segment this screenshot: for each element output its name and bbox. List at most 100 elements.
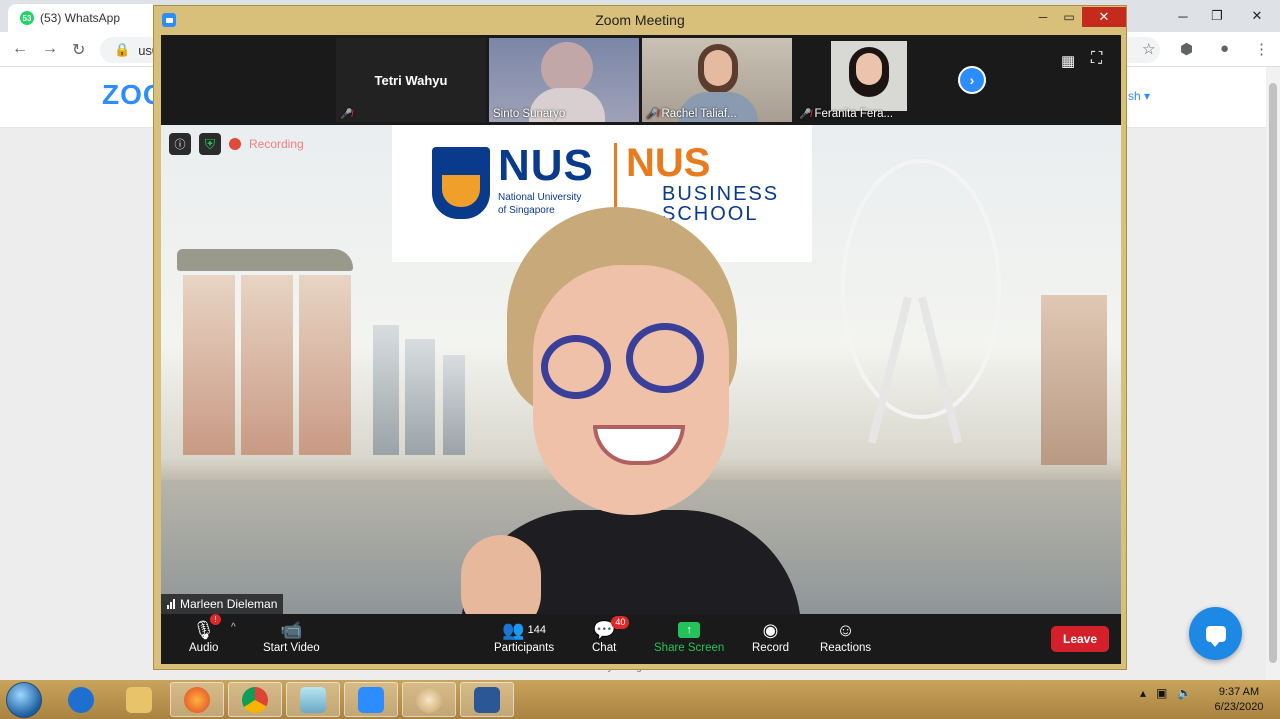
nus-logo-text: NUS [498, 141, 594, 190]
nus-business-logo-text: NUS [626, 141, 711, 185]
restore-icon[interactable]: ❐ [1200, 0, 1234, 32]
speaker-name-label: Marleen Dieleman [161, 594, 284, 614]
share-screen-button[interactable]: ↑ Share Screen [654, 618, 724, 654]
gallery-view-icon[interactable]: ▦ [1061, 52, 1075, 70]
share-screen-label: Share Screen [654, 642, 725, 654]
zoom-meeting-body: Tetri Wahyu 🎤̸ Sinto Sunaryo 🎤̸ Rachel Ta… [161, 35, 1121, 664]
reactions-button[interactable]: ☺ Reactions [820, 618, 871, 655]
file-explorer-icon[interactable] [112, 682, 166, 717]
thumb-footer: 🎤̸ Rachel Taliaf... [646, 108, 737, 120]
meeting-controls-bar: 🎙! Audio ^ 📹 Start Video 👥 144 Participan… [161, 614, 1121, 664]
nus-logo-subtitle: National University [498, 192, 582, 203]
browser-tab-whatsapp[interactable]: 53 (53) WhatsApp [8, 4, 158, 32]
account-icon[interactable]: ● [1220, 40, 1229, 57]
participant-thumbnail[interactable]: 🎤̸ Rachel Taliaf... [642, 38, 792, 122]
audio-warning-badge: ! [210, 614, 222, 625]
page-scrollbar[interactable] [1266, 67, 1280, 680]
participants-count: 144 [527, 624, 546, 636]
start-video-button[interactable]: 📹 Start Video [263, 618, 320, 655]
lock-icon: 🔒 [114, 42, 131, 57]
start-video-label: Start Video [263, 642, 320, 654]
extension-icon[interactable]: ⬢ [1180, 40, 1193, 58]
microphone-icon: 🎙! [192, 614, 222, 642]
back-icon[interactable]: ← [12, 40, 28, 58]
support-chat-button[interactable] [1189, 607, 1242, 660]
active-speaker-video: NUS National University of Singapore NUS… [161, 125, 1121, 614]
minimize-icon[interactable]: ─ [1166, 0, 1200, 32]
participant-name: Rachel Taliaf... [661, 108, 737, 120]
speaker-glasses [626, 323, 704, 393]
tab-title: (53) WhatsApp [40, 11, 121, 25]
muted-mic-icon: 🎤̸ [646, 108, 659, 120]
taskbar-clock[interactable]: 9:37 AM 6/23/2020 [1206, 685, 1272, 715]
chat-unread-badge: 40 [611, 616, 630, 629]
notepad-icon[interactable] [286, 682, 340, 717]
audio-button[interactable]: 🎙! Audio [189, 614, 222, 654]
zoom-window-controls: ─ ▭ ✕ [1030, 7, 1126, 27]
speaker-name: Marleen Dieleman [180, 597, 278, 611]
fullscreen-icon[interactable]: ⛶ [1091, 50, 1102, 68]
zoom-maximize-icon[interactable]: ▭ [1056, 7, 1082, 27]
network-icon[interactable]: ▣ [1156, 686, 1167, 700]
chat-label: Chat [592, 642, 617, 654]
participant-thumbnail[interactable]: Sinto Sunaryo [489, 38, 639, 122]
volume-icon[interactable]: 🔈 [1177, 686, 1192, 700]
zoom-taskbar-icon[interactable] [344, 682, 398, 717]
bookmark-star-icon[interactable]: ☆ [1142, 40, 1155, 58]
clock-date: 6/23/2020 [1214, 701, 1264, 713]
menu-icon[interactable]: ⋮ [1254, 40, 1269, 58]
reload-icon[interactable]: ↻ [72, 40, 85, 60]
recording-dot-icon [229, 138, 241, 150]
zoom-minimize-icon[interactable]: ─ [1030, 7, 1056, 27]
internet-explorer-icon[interactable] [54, 682, 108, 717]
thumb-footer: 🎤̸ [340, 109, 352, 120]
zoom-window-title: Zoom Meeting [595, 12, 685, 28]
speaker-hand [461, 535, 541, 614]
start-button[interactable] [6, 682, 42, 718]
skyline-tower [299, 275, 351, 455]
chat-button[interactable]: 💬 40 Chat [592, 616, 630, 654]
skyline-tower [241, 275, 293, 455]
audio-label: Audio [189, 642, 219, 654]
participants-button[interactable]: 👥 144 Participants [494, 618, 555, 655]
tray-arrow-icon[interactable]: ▴ [1140, 686, 1146, 700]
close-icon[interactable]: ✕ [1234, 0, 1280, 32]
word-icon[interactable] [460, 682, 514, 717]
participant-video-face [704, 50, 732, 86]
participant-thumbnail[interactable]: Tetri Wahyu 🎤̸ [336, 38, 486, 122]
recording-label: Recording [249, 137, 304, 151]
thumb-footer: Sinto Sunaryo [493, 108, 565, 120]
participants-label: Participants [494, 642, 555, 654]
skyline-building [1041, 295, 1107, 465]
system-tray: ▴ ▣ 🔈 [1140, 686, 1192, 700]
next-page-arrow-icon[interactable]: › [958, 66, 986, 94]
participant-name: Tetri Wahyu [374, 72, 448, 88]
record-button[interactable]: ◉ Record [752, 618, 789, 655]
participant-thumbnail-strip: Tetri Wahyu 🎤̸ Sinto Sunaryo 🎤̸ Rachel Ta… [161, 35, 1121, 125]
skyline-building [373, 325, 399, 455]
muted-mic-icon: 🎤̸ [340, 109, 353, 120]
observation-wheel [841, 159, 1001, 419]
leave-meeting-button[interactable]: Leave [1051, 626, 1109, 652]
video-camera-off-icon: 📹 [280, 619, 303, 640]
forward-icon[interactable]: → [42, 40, 58, 58]
language-selector[interactable]: sh ▾ [1128, 89, 1150, 103]
skyline-roof [177, 249, 353, 271]
chat-bubble-icon [1205, 625, 1226, 647]
zoom-close-icon[interactable]: ✕ [1082, 7, 1126, 27]
firefox-icon[interactable] [170, 682, 224, 717]
chrome-icon[interactable] [228, 682, 282, 717]
audio-options-caret-icon[interactable]: ^ [231, 622, 236, 633]
paint-icon[interactable] [402, 682, 456, 717]
zoom-meeting-window: Zoom Meeting ─ ▭ ✕ Tetri Wahyu 🎤̸ Sinto … [153, 5, 1127, 670]
chat-icon: 💬 40 [593, 616, 630, 642]
participant-thumbnail[interactable]: 🎤̸ Feranita Fera... [795, 38, 945, 122]
muted-mic-icon: 🎤̸ [799, 108, 812, 120]
skyline-tower [183, 275, 235, 455]
participant-video-face [541, 42, 593, 94]
meeting-info-icon[interactable]: ⓘ [169, 133, 191, 155]
clock-time: 9:37 AM [1218, 686, 1260, 698]
encryption-shield-icon[interactable]: ⛨ [199, 133, 221, 155]
participant-name: Feranita Fera... [814, 108, 894, 120]
whatsapp-icon: 53 [20, 11, 34, 25]
